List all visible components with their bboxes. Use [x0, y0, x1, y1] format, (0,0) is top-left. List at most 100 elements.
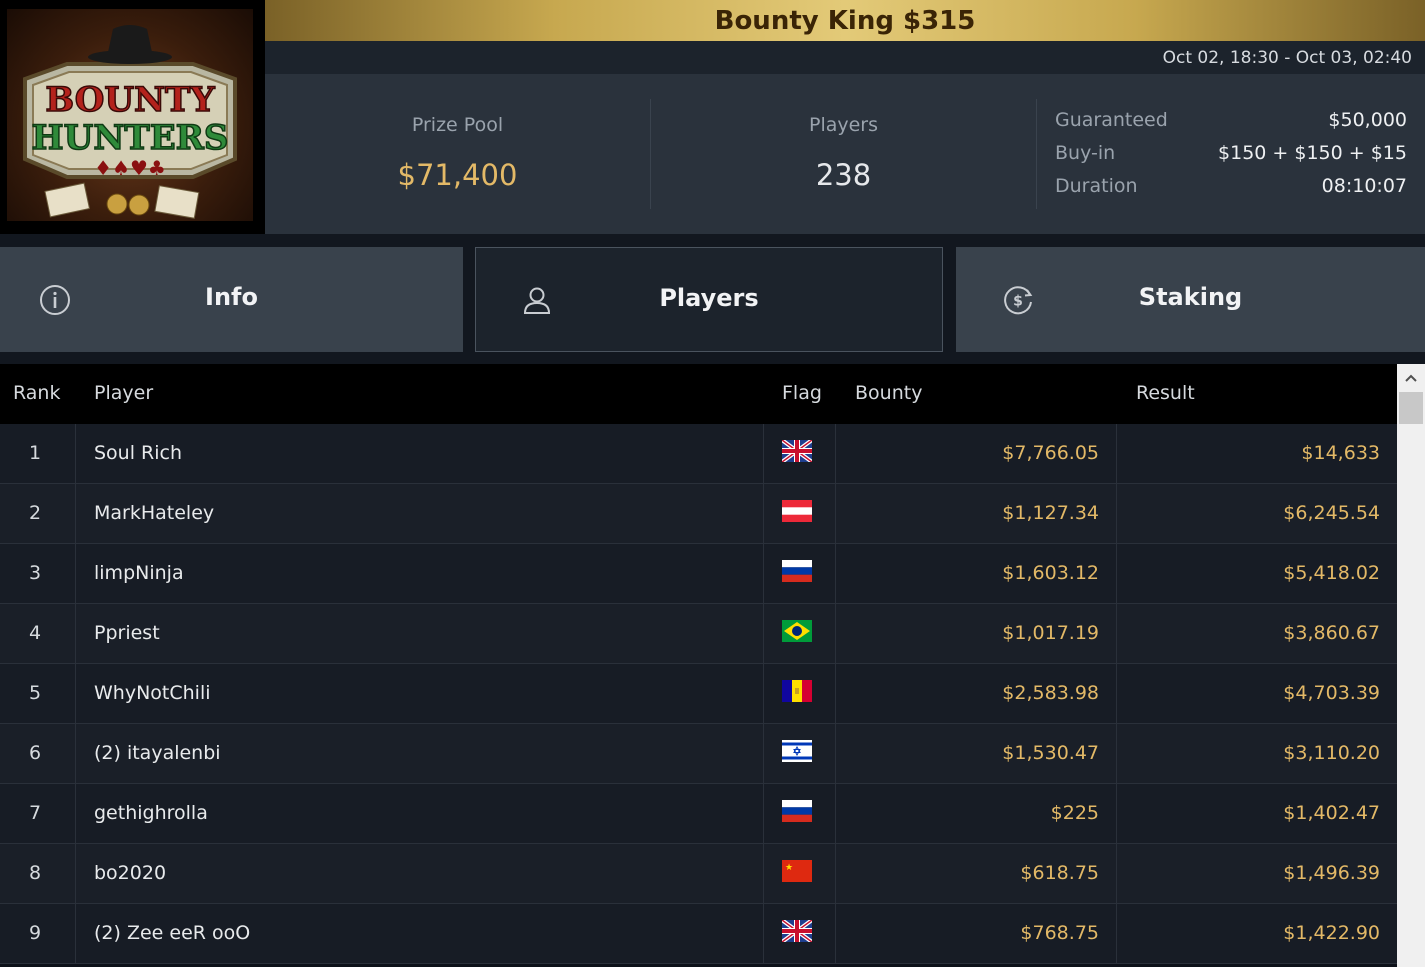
bounty-cell: $1,603.12 [1002, 562, 1099, 584]
result-cell: $6,245.54 [1283, 502, 1380, 524]
bounty-cell: $2,583.98 [1002, 682, 1099, 704]
uk-flag-icon [780, 438, 814, 464]
column-divider [75, 904, 76, 964]
column-divider [835, 544, 836, 604]
column-divider [763, 724, 764, 784]
player-name-cell[interactable]: gethighrolla [94, 802, 208, 824]
flag-header[interactable]: Flag [782, 382, 822, 404]
result-cell: $5,418.02 [1283, 562, 1380, 584]
table-row[interactable]: 9 (2) Zee eeR ooO $768.75 $1,422.90 [0, 904, 1397, 964]
column-divider [763, 904, 764, 964]
tab-players-label: Players [659, 284, 759, 312]
table-row[interactable]: 2 MarkHateley $1,127.34 $6,245.54 [0, 484, 1397, 544]
stats-panel: Prize Pool $71,400 Players 238 Guarantee… [265, 74, 1425, 234]
player-name-cell[interactable]: (2) itayalenbi [94, 742, 221, 764]
stat-divider [1036, 99, 1037, 209]
column-divider [75, 424, 76, 484]
players-value: 238 [815, 158, 872, 192]
table-row[interactable]: 8 bo2020 ★ $618.75 $1,496.39 [0, 844, 1397, 904]
bounty-cell: $768.75 [1020, 922, 1099, 944]
column-divider [835, 664, 836, 724]
result-cell: $14,633 [1301, 442, 1380, 464]
buyin-label: Buy-in [1055, 142, 1116, 164]
column-divider [763, 664, 764, 724]
table-row[interactable]: 1 Soul Rich $7,766.05 $14,633 [0, 424, 1397, 484]
column-divider [763, 484, 764, 544]
player-name-cell[interactable]: Soul Rich [94, 442, 182, 464]
column-divider [835, 604, 836, 664]
players-table-header: Rank Player Flag Bounty Result [0, 364, 1397, 424]
column-divider [75, 724, 76, 784]
result-cell: $4,703.39 [1283, 682, 1380, 704]
column-divider [1116, 724, 1117, 784]
players-stat: Players 238 [651, 74, 1036, 234]
svg-text:♦♠♥♣: ♦♠♥♣ [94, 156, 166, 180]
column-divider [1116, 904, 1117, 964]
table-row[interactable]: 6 (2) itayalenbi $1,530.47 $3,110.20 [0, 724, 1397, 784]
rank-cell: 2 [28, 502, 42, 524]
china-flag-icon: ★ [782, 860, 812, 882]
player-name-cell[interactable]: MarkHateley [94, 502, 214, 524]
tab-info[interactable]: Info [0, 247, 463, 352]
column-divider [75, 664, 76, 724]
bounty-cell: $1,017.19 [1002, 622, 1099, 644]
bounty-cell: $618.75 [1020, 862, 1099, 884]
bounty-cell: $7,766.05 [1002, 442, 1099, 464]
player-name-cell[interactable]: WhyNotChili [94, 682, 211, 704]
tab-staking[interactable]: $ Staking [956, 247, 1425, 352]
russia-flag-icon [782, 560, 812, 582]
player-name-cell[interactable]: limpNinja [94, 562, 184, 584]
tab-players[interactable]: Players [475, 247, 943, 352]
andorra-flag-icon [782, 680, 812, 702]
rank-header[interactable]: Rank [13, 382, 60, 404]
scroll-up-arrow-icon[interactable] [1397, 364, 1425, 392]
table-row[interactable]: 4 Ppriest $1,017.19 $3,860.67 [0, 604, 1397, 664]
column-divider [1116, 544, 1117, 604]
column-divider [763, 844, 764, 904]
prize-pool-stat: Prize Pool $71,400 [265, 74, 650, 234]
bounty-header[interactable]: Bounty [855, 382, 922, 404]
result-header[interactable]: Result [1136, 382, 1195, 404]
column-divider [1116, 784, 1117, 844]
prize-pool-label: Prize Pool [411, 114, 504, 136]
result-cell: $1,496.39 [1283, 862, 1380, 884]
tournament-title-bar: Bounty King $315 [265, 0, 1425, 41]
duration-value: 08:10:07 [1321, 175, 1407, 197]
brazil-flag-icon [782, 620, 812, 642]
player-name-cell[interactable]: bo2020 [94, 862, 166, 884]
svg-text:★: ★ [785, 863, 793, 873]
tournament-page: BOUNTY HUNTERS ♦♠♥♣ Bounty King $315 Oct… [0, 0, 1425, 967]
rank-cell: 9 [28, 922, 42, 944]
buyin-value: $150 + $150 + $15 [1218, 142, 1407, 164]
duration-row: Duration 08:10:07 [1055, 170, 1407, 203]
tournament-dates: Oct 02, 18:30 - Oct 03, 02:40 [1162, 47, 1412, 68]
column-divider [763, 604, 764, 664]
column-divider [75, 604, 76, 664]
player-name-cell[interactable]: (2) Zee eeR ooO [94, 922, 250, 944]
player-header[interactable]: Player [94, 382, 153, 404]
column-divider [763, 424, 764, 484]
scroll-thumb[interactable] [1399, 392, 1423, 424]
table-scrollbar[interactable] [1397, 364, 1425, 967]
prize-pool-value: $71,400 [397, 158, 518, 192]
column-divider [75, 484, 76, 544]
table-row[interactable]: 3 limpNinja $1,603.12 $5,418.02 [0, 544, 1397, 604]
column-divider [1116, 664, 1117, 724]
bounty-cell: $1,530.47 [1002, 742, 1099, 764]
rank-cell: 3 [28, 562, 42, 584]
players-label: Players [808, 114, 879, 136]
table-row[interactable]: 7 gethighrolla $225 $1,402.47 [0, 784, 1397, 844]
duration-label: Duration [1055, 175, 1138, 197]
player-name-cell[interactable]: Ppriest [94, 622, 160, 644]
table-row[interactable]: 5 WhyNotChili $2,583.98 $4,703.39 [0, 664, 1397, 724]
column-divider [835, 844, 836, 904]
rank-cell: 7 [28, 802, 42, 824]
column-divider [1116, 844, 1117, 904]
column-divider [763, 544, 764, 604]
tab-staking-label: Staking [1138, 283, 1243, 311]
bounty-cell: $225 [1050, 802, 1099, 824]
date-bar: Oct 02, 18:30 - Oct 03, 02:40 [265, 41, 1425, 74]
column-divider [75, 784, 76, 844]
logo-area: BOUNTY HUNTERS ♦♠♥♣ [0, 0, 265, 234]
israel-flag-icon [782, 740, 812, 762]
